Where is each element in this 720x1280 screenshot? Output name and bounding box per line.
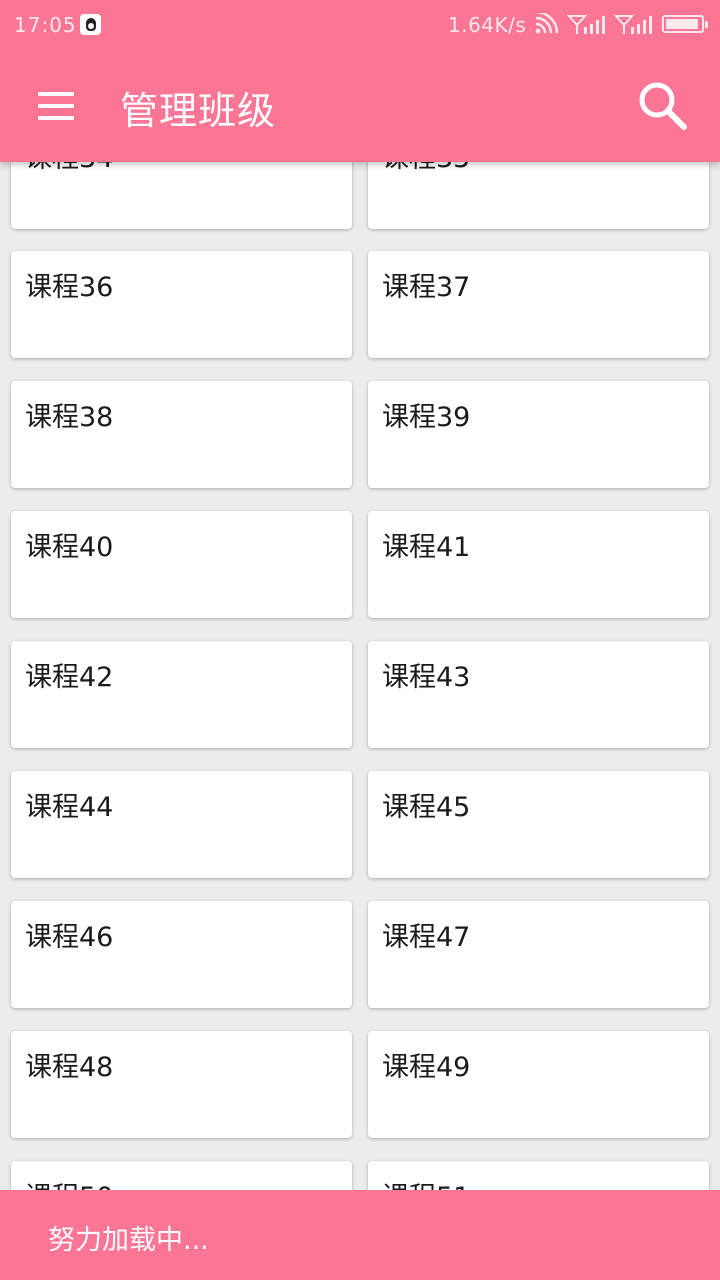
course-card[interactable]: 课程38 [11,381,352,488]
course-name: 课程38 [25,402,114,433]
search-icon [639,82,687,130]
course-name: 课程44 [25,792,114,823]
course-name: 课程36 [25,272,114,303]
course-name: 课程43 [382,662,471,693]
course-card[interactable]: 课程36 [11,251,352,358]
course-card[interactable]: 课程47 [368,901,709,1008]
course-card[interactable]: 课程43 [368,641,709,748]
course-name: 课程37 [382,272,471,303]
loading-bar: 努力加载中... [0,1190,720,1280]
course-name: 课程46 [25,922,114,953]
signal-icon [613,13,654,40]
course-card[interactable]: 课程46 [11,901,352,1008]
battery-fill [666,19,699,29]
wifi-icon [534,10,559,40]
course-card[interactable]: 课程42 [11,641,352,748]
menu-button[interactable] [26,80,86,132]
search-button[interactable] [632,76,692,136]
status-bar: 17:05 1.64K/s [0,0,720,50]
hamburger-icon [38,92,74,96]
course-name: 课程48 [25,1052,114,1083]
course-card[interactable]: 课程41 [368,511,709,618]
loading-text: 努力加载中... [48,1225,209,1256]
course-card[interactable]: 课程37 [368,251,709,358]
signal-icon [566,13,607,40]
course-name: 课程39 [382,402,471,433]
app-toolbar: 管理班级 [0,50,720,162]
course-card[interactable]: 课程49 [368,1031,709,1138]
course-card[interactable]: 课程45 [368,771,709,878]
course-name: 课程40 [25,532,114,563]
course-name: 课程49 [382,1052,471,1083]
qq-icon [80,14,101,35]
status-time: 17:05 [14,13,77,37]
app-screen: 17:05 1.64K/s 管理班级 课程36 课程37 课程38 课程39 课… [0,0,720,1280]
course-name: 课程42 [25,662,114,693]
course-grid: 课程34 课程35 课程36 课程37 课程38 课程39 课程40 课程41 … [0,0,720,1280]
course-name: 课程45 [382,792,471,823]
course-card[interactable]: 课程39 [368,381,709,488]
battery-icon [662,15,708,33]
network-speed: 1.64K/s [448,13,527,37]
course-card[interactable]: 课程48 [11,1031,352,1138]
course-card[interactable]: 课程44 [11,771,352,878]
course-name: 课程41 [382,532,471,563]
page-title: 管理班级 [120,89,277,133]
course-card[interactable]: 课程40 [11,511,352,618]
course-name: 课程47 [382,922,471,953]
